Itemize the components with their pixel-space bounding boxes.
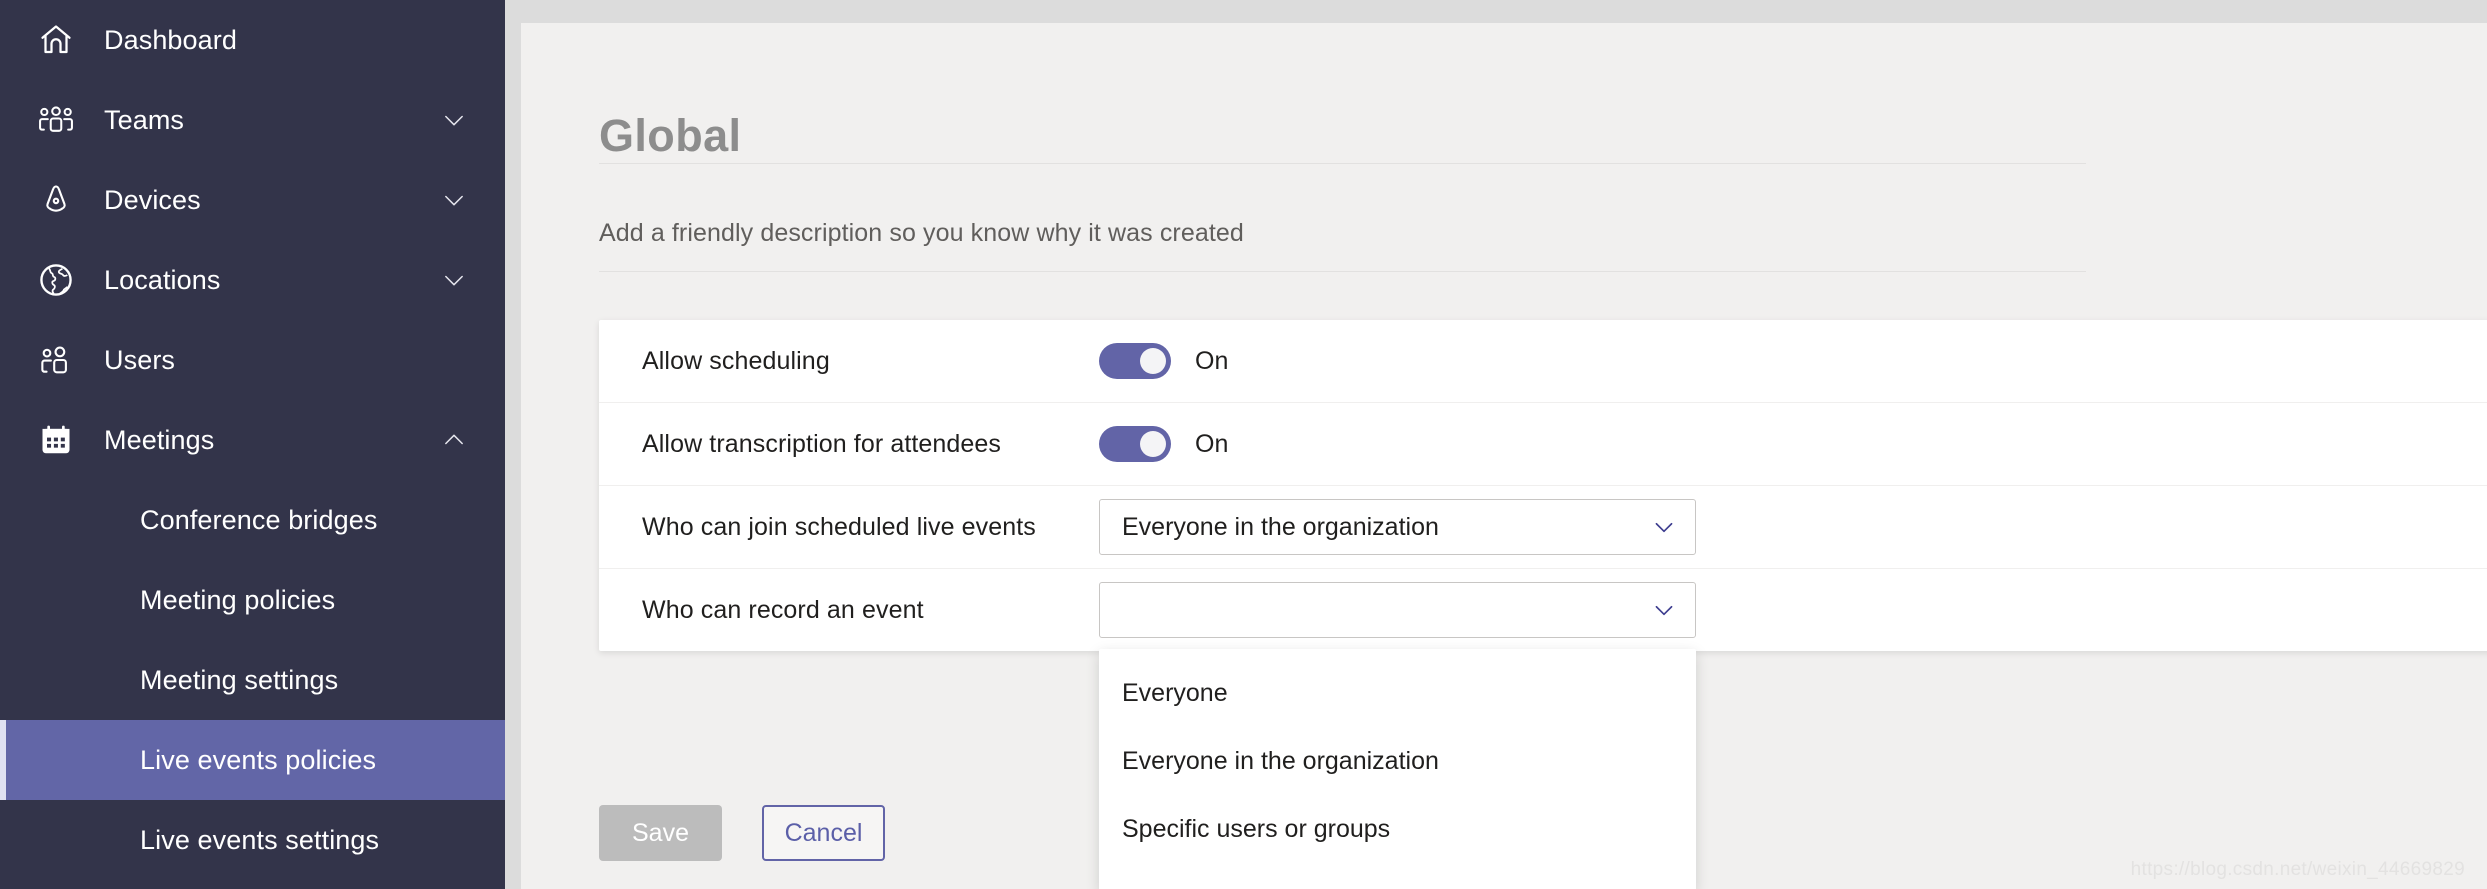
- chevron-down-icon[interactable]: [439, 185, 469, 215]
- setting-row-who-can-record: Who can record an event: [599, 569, 2487, 651]
- main-content: Global Add a friendly description so you…: [521, 23, 2487, 889]
- sidebar-item-label: Teams: [104, 104, 185, 135]
- setting-control: On: [1099, 343, 1228, 379]
- sidebar-item-dashboard[interactable]: Dashboard: [0, 0, 505, 80]
- toggle-state-label: On: [1195, 346, 1229, 375]
- who-can-join-dropdown[interactable]: Everyone in the organization: [1099, 499, 1696, 555]
- sidebar-item-label: Meetings: [104, 424, 215, 455]
- description-divider: [599, 271, 2086, 272]
- sidebar-item-conference-bridges[interactable]: Conference bridges: [0, 480, 505, 560]
- people-team-icon: [30, 94, 82, 146]
- setting-control: On: [1099, 426, 1228, 462]
- sidebar-item-teams[interactable]: Teams: [0, 80, 505, 160]
- sidebar-item-meeting-settings[interactable]: Meeting settings: [0, 640, 505, 720]
- settings-card: Allow scheduling On Allow transcription …: [599, 320, 2487, 651]
- setting-row-allow-scheduling: Allow scheduling On: [599, 320, 2487, 403]
- sidebar-item-label: Dashboard: [104, 24, 237, 55]
- toggle-knob: [1140, 431, 1166, 457]
- title-divider: [599, 163, 2086, 164]
- watermark: https://blog.csdn.net/weixin_44669829: [2130, 859, 2465, 880]
- sidebar-subitem-label: Conference bridges: [140, 504, 378, 535]
- cancel-button[interactable]: Cancel: [762, 805, 885, 861]
- setting-control: [1099, 582, 1696, 638]
- sidebar-subitem-label: Meeting policies: [140, 584, 336, 615]
- dropdown-selected-value: Everyone in the organization: [1122, 512, 1439, 541]
- sidebar-subitem-label: Meeting settings: [140, 664, 339, 695]
- setting-row-who-can-join: Who can join scheduled live events Every…: [599, 486, 2487, 569]
- app-root: Dashboard Teams Devices Locations Users …: [0, 0, 2487, 889]
- sidebar-item-live-events-policies[interactable]: Live events policies: [0, 720, 505, 800]
- home-icon: [30, 14, 82, 66]
- who-can-record-dropdown[interactable]: [1099, 582, 1696, 638]
- chevron-down-icon: [1651, 597, 1677, 623]
- sidebar-subitem-label: Live events settings: [140, 824, 380, 855]
- chevron-up-icon[interactable]: [439, 425, 469, 455]
- action-buttons: Save Cancel: [599, 805, 885, 861]
- chevron-down-icon[interactable]: [439, 105, 469, 135]
- sidebar-item-devices[interactable]: Devices: [0, 160, 505, 240]
- sidebar: Dashboard Teams Devices Locations Users …: [0, 0, 505, 889]
- device-icon: [30, 174, 82, 226]
- save-button[interactable]: Save: [599, 805, 722, 861]
- chevron-down-icon[interactable]: [439, 265, 469, 295]
- sidebar-item-locations[interactable]: Locations: [0, 240, 505, 320]
- sidebar-gutter: [505, 0, 521, 889]
- sidebar-item-meetings[interactable]: Meetings: [0, 400, 505, 480]
- sidebar-item-label: Users: [104, 344, 176, 375]
- setting-label: Who can join scheduled live events: [642, 512, 1036, 541]
- people-icon: [30, 334, 82, 386]
- sidebar-item-meeting-policies[interactable]: Meeting policies: [0, 560, 505, 640]
- sidebar-subitem-label: Live events policies: [140, 744, 377, 775]
- setting-label: Who can record an event: [642, 595, 924, 624]
- setting-label: Allow scheduling: [642, 346, 830, 375]
- chevron-down-icon: [1651, 514, 1677, 540]
- dropdown-option-everyone[interactable]: Everyone: [1099, 659, 1696, 727]
- calendar-icon: [30, 414, 82, 466]
- dropdown-option-specific-users-or-groups[interactable]: Specific users or groups: [1099, 795, 1696, 863]
- setting-row-allow-transcription: Allow transcription for attendees On: [599, 403, 2487, 486]
- allow-scheduling-toggle[interactable]: [1099, 343, 1171, 379]
- sidebar-item-label: Devices: [104, 184, 201, 215]
- dropdown-option-everyone-in-the-organization[interactable]: Everyone in the organization: [1099, 727, 1696, 795]
- sidebar-item-label: Locations: [104, 264, 221, 295]
- policy-description-input[interactable]: Add a friendly description so you know w…: [599, 219, 1244, 248]
- allow-transcription-toggle[interactable]: [1099, 426, 1171, 462]
- setting-control: Everyone in the organization: [1099, 499, 1696, 555]
- page-title: Global: [599, 110, 742, 162]
- toggle-state-label: On: [1195, 429, 1229, 458]
- toggle-knob: [1140, 348, 1166, 374]
- setting-label: Allow transcription for attendees: [642, 429, 1002, 458]
- sidebar-item-users[interactable]: Users: [0, 320, 505, 400]
- globe-icon: [30, 254, 82, 306]
- sidebar-item-live-events-settings[interactable]: Live events settings: [0, 800, 505, 880]
- who-can-join-dropdown-options: Everyone Everyone in the organization Sp…: [1099, 649, 1696, 889]
